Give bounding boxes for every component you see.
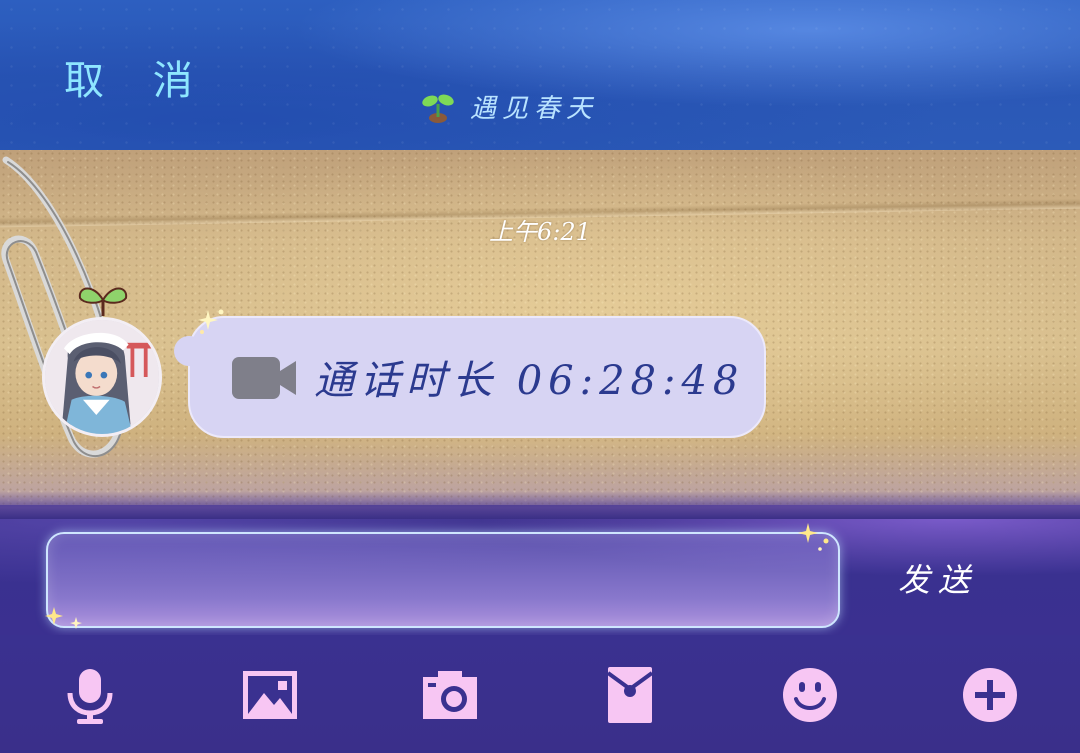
message-timestamp: 上午6:21 (489, 218, 591, 246)
smiley-icon (783, 668, 837, 722)
voice-button[interactable] (60, 665, 120, 725)
more-button[interactable] (960, 665, 1020, 725)
bottom-toolbar (0, 635, 1080, 753)
image-button[interactable] (240, 665, 300, 725)
cancel-button[interactable]: 取 消 (64, 48, 211, 106)
camera-icon (423, 671, 477, 719)
emoji-button[interactable] (780, 665, 840, 725)
call-duration-text: 通话时长 06:28:48 (314, 358, 745, 404)
sparkle-icon (45, 607, 82, 629)
input-bar: 发送 (0, 491, 1080, 635)
red-packet-icon (606, 667, 654, 723)
chat-title-text: 遇见春天 (470, 94, 599, 124)
camera-button[interactable] (420, 665, 480, 725)
sparkle-icon (798, 523, 829, 551)
sprout-icon (78, 287, 128, 316)
avatar[interactable] (42, 317, 162, 437)
chat-screen: 取 消 遇见春天 上午6:21 通话时长 06:28:48 发送 (0, 0, 1080, 753)
chat-title: 遇见春天 (420, 88, 598, 125)
image-icon (243, 671, 297, 719)
message-bubble[interactable]: 通话时长 06:28:48 (170, 309, 766, 438)
sprout-icon (422, 94, 454, 123)
header-bar: 取 消 遇见春天 (0, 0, 1080, 150)
video-camera-icon (232, 357, 296, 399)
sparkle-icon (198, 309, 224, 334)
send-button[interactable]: 发送 (898, 555, 978, 601)
microphone-icon (67, 669, 113, 724)
red-packet-button[interactable] (600, 665, 660, 725)
message-input[interactable] (46, 532, 840, 628)
avatar-image (45, 320, 159, 434)
plus-icon (963, 668, 1017, 722)
